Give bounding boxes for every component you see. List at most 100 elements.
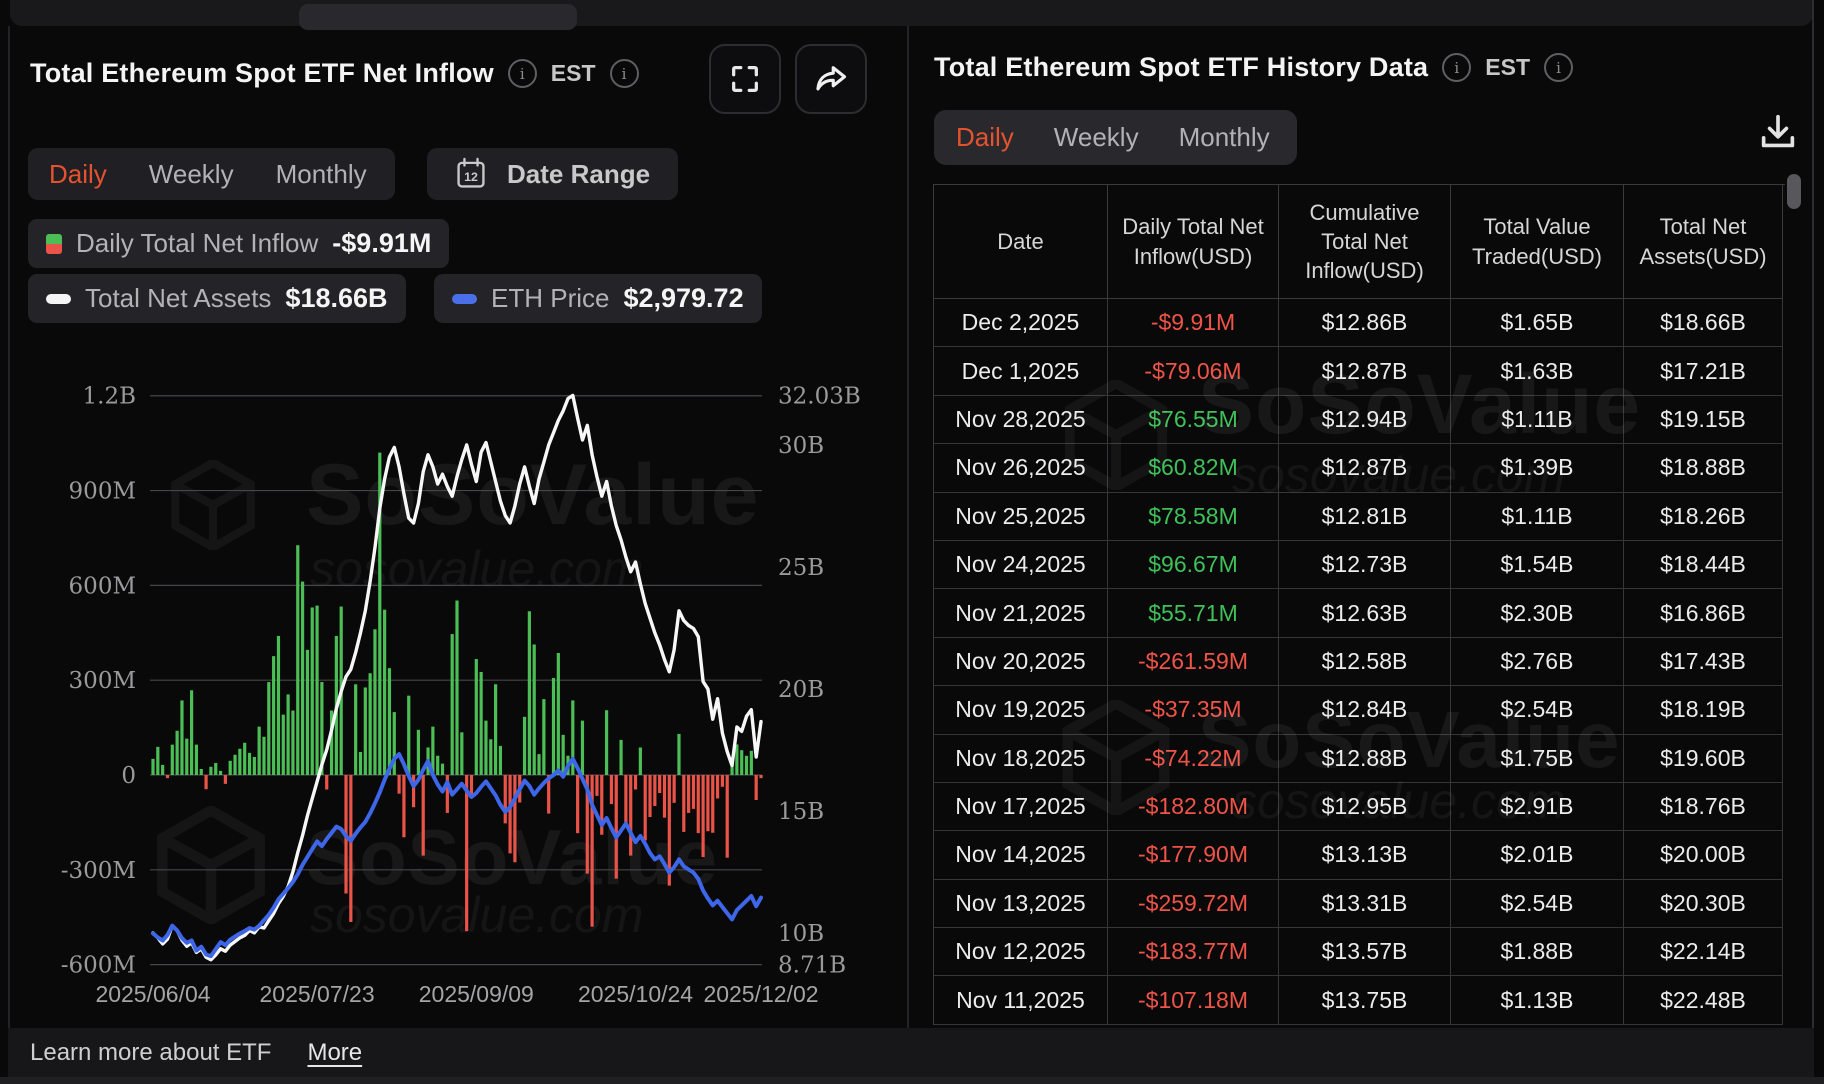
- table-row-date[interactable]: Nov 26,2025: [934, 444, 1108, 493]
- table-cell[interactable]: $22.48B: [1624, 976, 1783, 1025]
- svg-text:1.2B: 1.2B: [83, 384, 136, 410]
- table-row-date[interactable]: Nov 11,2025: [934, 976, 1108, 1025]
- svg-text:-600M: -600M: [61, 953, 136, 979]
- table-row-date[interactable]: Nov 18,2025: [934, 734, 1108, 783]
- inflow-chart[interactable]: 1.2B 900M 600M 300M 0 -300M -600M 32.03B 30B 25B 2…: [0, 0, 908, 1084]
- svg-text:15B: 15B: [778, 799, 824, 825]
- table-cell[interactable]: $12.87B: [1279, 347, 1451, 396]
- footer-more-link[interactable]: More: [307, 1039, 362, 1067]
- table-cell[interactable]: $22.14B: [1624, 928, 1783, 977]
- table-cell[interactable]: -$183.77M: [1108, 928, 1279, 977]
- column-header: Total Net Assets(USD): [1624, 185, 1783, 299]
- table-cell[interactable]: $2.76B: [1451, 637, 1624, 687]
- bottom-strip: [0, 1077, 1824, 1084]
- table-cell[interactable]: $13.75B: [1279, 976, 1451, 1025]
- table-cell[interactable]: $18.19B: [1624, 686, 1783, 735]
- table-cell[interactable]: $1.88B: [1451, 928, 1624, 977]
- table-cell[interactable]: $18.44B: [1624, 540, 1783, 590]
- tab-daily[interactable]: Daily: [956, 122, 1014, 153]
- svg-text:2025/06/04: 2025/06/04: [95, 981, 210, 1007]
- table-cell[interactable]: $12.95B: [1279, 782, 1451, 832]
- table-row-date[interactable]: Nov 19,2025: [934, 686, 1108, 735]
- svg-text:10B: 10B: [778, 921, 824, 947]
- table-cell[interactable]: $2.01B: [1451, 831, 1624, 880]
- svg-text:600M: 600M: [69, 573, 136, 599]
- table-cell[interactable]: $78.58M: [1108, 492, 1279, 541]
- table-row-date[interactable]: Nov 13,2025: [934, 879, 1108, 929]
- tab-monthly[interactable]: Monthly: [1179, 122, 1270, 153]
- table-cell[interactable]: $12.58B: [1279, 637, 1451, 687]
- table-cell[interactable]: -$261.59M: [1108, 637, 1279, 687]
- table-cell[interactable]: -$74.22M: [1108, 734, 1279, 783]
- table-cell[interactable]: $17.43B: [1624, 637, 1783, 687]
- table-cell[interactable]: -$79.06M: [1108, 347, 1279, 396]
- table-row-date[interactable]: Nov 28,2025: [934, 395, 1108, 445]
- table-cell[interactable]: $18.76B: [1624, 782, 1783, 832]
- table-cell[interactable]: $12.81B: [1279, 492, 1451, 541]
- table-row-date[interactable]: Nov 20,2025: [934, 637, 1108, 687]
- table-cell[interactable]: $12.86B: [1279, 299, 1451, 348]
- table-cell[interactable]: $2.54B: [1451, 879, 1624, 929]
- table-cell[interactable]: $12.84B: [1279, 686, 1451, 735]
- table-cell[interactable]: -$182.80M: [1108, 782, 1279, 832]
- timezone-info-icon[interactable]: [1544, 53, 1573, 82]
- table-cell[interactable]: -$37.35M: [1108, 686, 1279, 735]
- svg-text:32.03B: 32.03B: [778, 383, 861, 409]
- table-cell[interactable]: $55.71M: [1108, 589, 1279, 638]
- table-cell[interactable]: $1.54B: [1451, 540, 1624, 590]
- table-cell[interactable]: $18.26B: [1624, 492, 1783, 541]
- table-cell[interactable]: $13.57B: [1279, 928, 1451, 977]
- table-cell[interactable]: $1.39B: [1451, 444, 1624, 493]
- table-cell[interactable]: -$107.18M: [1108, 976, 1279, 1025]
- table-cell[interactable]: $13.31B: [1279, 879, 1451, 929]
- table-cell[interactable]: -$259.72M: [1108, 879, 1279, 929]
- tab-weekly[interactable]: Weekly: [1054, 122, 1139, 153]
- table-cell[interactable]: $1.13B: [1451, 976, 1624, 1025]
- table-cell[interactable]: -$177.90M: [1108, 831, 1279, 880]
- table-cell[interactable]: $18.88B: [1624, 444, 1783, 493]
- table-cell[interactable]: -$9.91M: [1108, 299, 1279, 348]
- svg-text:30B: 30B: [778, 433, 824, 459]
- table-cell[interactable]: $18.66B: [1624, 299, 1783, 348]
- table-cell[interactable]: $20.30B: [1624, 879, 1783, 929]
- table-cell[interactable]: $12.87B: [1279, 444, 1451, 493]
- table-cell[interactable]: $2.30B: [1451, 589, 1624, 638]
- table-row-date[interactable]: Nov 24,2025: [934, 540, 1108, 590]
- right-edge-border: [1812, 0, 1814, 1077]
- table-cell[interactable]: $19.15B: [1624, 395, 1783, 445]
- table-row-date[interactable]: Nov 14,2025: [934, 831, 1108, 880]
- svg-text:8.71B: 8.71B: [778, 952, 846, 978]
- table-row-date[interactable]: Nov 25,2025: [934, 492, 1108, 541]
- table-cell[interactable]: $60.82M: [1108, 444, 1279, 493]
- table-cell[interactable]: $2.91B: [1451, 782, 1624, 832]
- table-row-date[interactable]: Nov 12,2025: [934, 928, 1108, 977]
- table-cell[interactable]: $17.21B: [1624, 347, 1783, 396]
- table-cell[interactable]: $12.94B: [1279, 395, 1451, 445]
- column-header: Daily Total Net Inflow(USD): [1108, 185, 1279, 299]
- table-cell[interactable]: $12.88B: [1279, 734, 1451, 783]
- table-cell[interactable]: $1.11B: [1451, 395, 1624, 445]
- table-cell[interactable]: $76.55M: [1108, 395, 1279, 445]
- table-row-date[interactable]: Nov 21,2025: [934, 589, 1108, 638]
- table-row-date[interactable]: Dec 1,2025: [934, 347, 1108, 396]
- table-cell[interactable]: $1.65B: [1451, 299, 1624, 348]
- table-title-info-icon[interactable]: [1442, 53, 1472, 82]
- table-cell[interactable]: $16.86B: [1624, 589, 1783, 638]
- download-button[interactable]: [1755, 110, 1801, 161]
- table-cell[interactable]: $1.63B: [1451, 347, 1624, 396]
- table-cell[interactable]: $20.00B: [1624, 831, 1783, 880]
- svg-text:-300M: -300M: [61, 858, 136, 884]
- table-scrollbar[interactable]: [1787, 174, 1801, 209]
- table-cell[interactable]: $12.73B: [1279, 540, 1451, 590]
- table-cell[interactable]: $2.54B: [1451, 686, 1624, 735]
- table-row-date[interactable]: Nov 17,2025: [934, 782, 1108, 832]
- table-row-date[interactable]: Dec 2,2025: [934, 299, 1108, 348]
- table-cell[interactable]: $1.11B: [1451, 492, 1624, 541]
- table-cell[interactable]: $96.67M: [1108, 540, 1279, 590]
- table-cell[interactable]: $13.13B: [1279, 831, 1451, 880]
- table-cell[interactable]: $19.60B: [1624, 734, 1783, 783]
- table-cell[interactable]: $1.75B: [1451, 734, 1624, 783]
- download-icon: [1761, 114, 1795, 148]
- history-table: Date Daily Total Net Inflow(USD) Cumulativ…: [933, 184, 1785, 1025]
- table-cell[interactable]: $12.63B: [1279, 589, 1451, 638]
